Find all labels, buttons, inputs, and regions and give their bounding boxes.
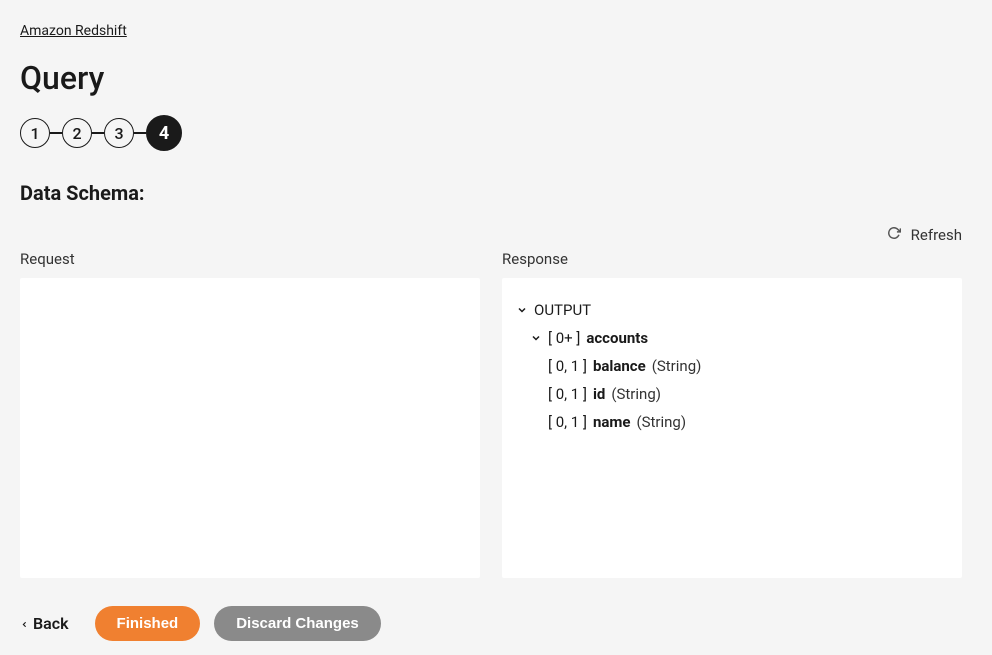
page-title: Query xyxy=(20,59,962,97)
step-1[interactable]: 1 xyxy=(20,118,50,148)
finished-button[interactable]: Finished xyxy=(95,606,201,641)
stepper: 1 2 3 4 xyxy=(20,115,962,151)
tree-field-balance[interactable]: [ 0, 1 ] balance (String) xyxy=(516,352,948,380)
step-4[interactable]: 4 xyxy=(146,115,182,151)
tree-field-name[interactable]: [ 0, 1 ] name (String) xyxy=(516,408,948,436)
back-label: Back xyxy=(33,614,69,633)
breadcrumb[interactable]: Amazon Redshift xyxy=(20,23,127,39)
step-connector xyxy=(134,132,146,134)
field-type: (String) xyxy=(652,354,702,378)
refresh-label: Refresh xyxy=(911,226,962,244)
chevron-down-icon[interactable] xyxy=(516,304,528,316)
chevron-down-icon[interactable] xyxy=(530,332,542,344)
chevron-left-icon xyxy=(20,614,29,633)
field-cardinality: [ 0, 1 ] xyxy=(548,382,587,406)
tree-root-label: OUTPUT xyxy=(534,298,591,322)
node-cardinality: [ 0+ ] xyxy=(548,326,580,350)
field-cardinality: [ 0, 1 ] xyxy=(548,354,587,378)
response-panel: OUTPUT [ 0+ ] accounts [ 0, 1 ] balance … xyxy=(502,278,962,578)
step-connector xyxy=(92,132,104,134)
tree-field-id[interactable]: [ 0, 1 ] id (String) xyxy=(516,380,948,408)
tree-root[interactable]: OUTPUT xyxy=(516,296,948,324)
field-name: id xyxy=(593,382,605,406)
node-name: accounts xyxy=(586,326,648,350)
request-panel-label: Request xyxy=(20,250,480,268)
step-connector xyxy=(50,132,62,134)
back-button[interactable]: Back xyxy=(20,614,69,633)
field-name: balance xyxy=(593,354,646,378)
request-panel[interactable] xyxy=(20,278,480,578)
step-3[interactable]: 3 xyxy=(104,118,134,148)
refresh-icon xyxy=(887,225,901,244)
response-panel-label: Response xyxy=(502,250,962,268)
refresh-button[interactable]: Refresh xyxy=(20,225,962,244)
tree-node-accounts[interactable]: [ 0+ ] accounts xyxy=(516,324,948,352)
section-label-data-schema: Data Schema: xyxy=(20,181,962,205)
field-type: (String) xyxy=(611,382,661,406)
discard-changes-button[interactable]: Discard Changes xyxy=(214,606,381,641)
field-type: (String) xyxy=(636,410,686,434)
step-2[interactable]: 2 xyxy=(62,118,92,148)
field-cardinality: [ 0, 1 ] xyxy=(548,410,587,434)
field-name: name xyxy=(593,410,631,434)
